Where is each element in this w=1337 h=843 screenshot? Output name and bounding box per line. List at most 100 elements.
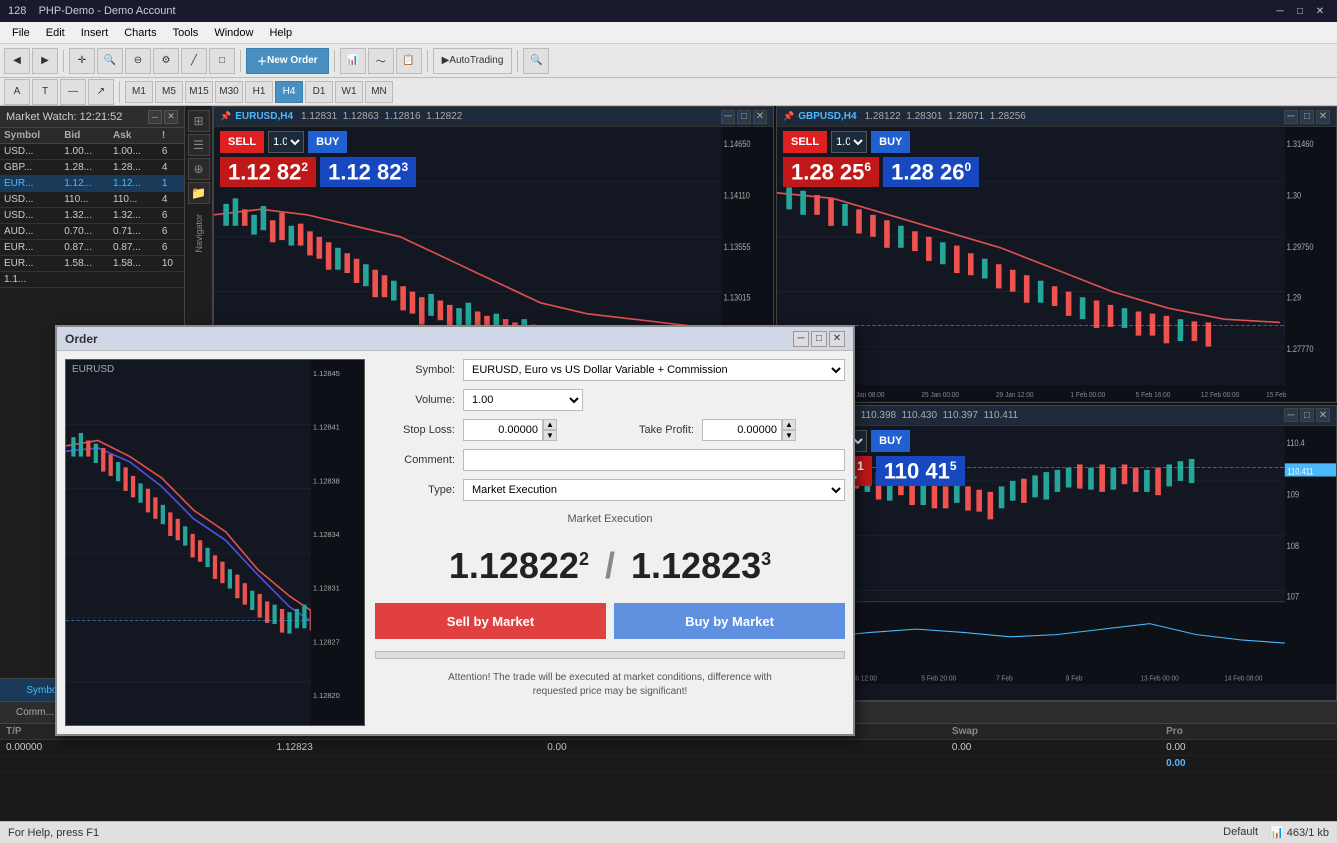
new-order-button[interactable]: ＋ New Order xyxy=(246,48,329,74)
chart-usdjpy-restore[interactable]: □ xyxy=(1300,408,1314,422)
tf-m15[interactable]: M15 xyxy=(185,81,213,103)
autotrading-button[interactable]: ▶ AutoTrading xyxy=(433,48,513,74)
tp-down[interactable]: ▼ xyxy=(782,430,796,441)
zoom-in-button[interactable]: 🔍 xyxy=(97,48,123,74)
mw-symbol: EUR... xyxy=(0,240,60,256)
volume-select[interactable]: 1.00 0.10 0.50 2.00 xyxy=(463,389,583,411)
dialog-minimize[interactable]: ─ xyxy=(793,331,809,347)
nav-icon-1[interactable]: ⊞ xyxy=(188,110,210,132)
forward-button[interactable]: ▶ xyxy=(32,48,58,74)
chart-gbpusd-close[interactable]: ✕ xyxy=(1316,110,1330,124)
mw-minimize[interactable]: ─ xyxy=(148,110,162,124)
comment-input[interactable] xyxy=(463,449,845,471)
chart-usdjpy-minimize[interactable]: ─ xyxy=(1284,408,1298,422)
market-watch-row[interactable]: USD... 1.32... 1.32... 6 xyxy=(0,208,184,224)
symbol-select[interactable]: EURUSD, Euro vs US Dollar Variable + Com… xyxy=(463,359,845,381)
nav-icon-2[interactable]: ☰ xyxy=(188,134,210,156)
mw-bid: 1.28... xyxy=(60,160,109,176)
nav-icon-4[interactable]: 📁 xyxy=(188,182,210,204)
tf-mn[interactable]: MN xyxy=(365,81,393,103)
market-watch-row[interactable]: AUD... 0.70... 0.71... 6 xyxy=(0,224,184,240)
template-button[interactable]: 📋 xyxy=(396,48,422,74)
chart-gbpusd-restore[interactable]: □ xyxy=(1300,110,1314,124)
market-watch-row[interactable]: EUR... 1.12... 1.12... 1 xyxy=(0,176,184,192)
timeframe-toolbar: A T — ↗ M1 M5 M15 M30 H1 H4 D1 W1 MN xyxy=(0,78,1337,106)
market-watch-row[interactable]: USD... 1.00... 1.00... 6 xyxy=(0,144,184,160)
text-size[interactable]: T xyxy=(32,79,58,105)
close-button[interactable]: ✕ xyxy=(1311,3,1329,19)
market-watch-row[interactable]: EUR... 1.58... 1.58... 10 xyxy=(0,256,184,272)
menu-tools[interactable]: Tools xyxy=(165,25,207,41)
properties-button[interactable]: ⚙ xyxy=(153,48,179,74)
tp-up[interactable]: ▲ xyxy=(782,419,796,430)
chart-gbpusd-minimize[interactable]: ─ xyxy=(1284,110,1298,124)
gbpusd-buy-btn[interactable]: BUY xyxy=(871,131,910,153)
tf-d1[interactable]: D1 xyxy=(305,81,333,103)
crosshair-button[interactable]: ✛ xyxy=(69,48,95,74)
chart-eurusd-title: EURUSD,H4 xyxy=(235,111,293,122)
tf-m1[interactable]: M1 xyxy=(125,81,153,103)
market-watch-row[interactable]: USD... 110... 110... 4 xyxy=(0,192,184,208)
tf-h4[interactable]: H4 xyxy=(275,81,303,103)
type-select[interactable]: Market Execution xyxy=(463,479,845,501)
nav-icon-3[interactable]: ⊕ xyxy=(188,158,210,180)
chart-minimize-btn[interactable]: ─ xyxy=(721,110,735,124)
dialog-restore[interactable]: □ xyxy=(811,331,827,347)
tf-m5[interactable]: M5 xyxy=(155,81,183,103)
sl-up[interactable]: ▲ xyxy=(543,419,557,430)
menu-charts[interactable]: Charts xyxy=(116,25,164,41)
zoom-out-button[interactable]: ⊖ xyxy=(125,48,151,74)
menu-edit[interactable]: Edit xyxy=(38,25,73,41)
tf-m30[interactable]: M30 xyxy=(215,81,243,103)
gbpusd-volume-select[interactable]: 1.00 xyxy=(831,131,867,153)
menu-file[interactable]: File xyxy=(4,25,38,41)
search-button[interactable]: 🔍 xyxy=(523,48,549,74)
chart-restore-btn[interactable]: □ xyxy=(737,110,751,124)
market-watch-row[interactable]: EUR... 0.87... 0.87... 6 xyxy=(0,240,184,256)
order-dialog[interactable]: Order ─ □ ✕ EURUSD xyxy=(55,325,855,736)
market-watch-row[interactable]: 1.1... xyxy=(0,272,184,288)
back-button[interactable]: ◀ xyxy=(4,48,30,74)
usdjpy-buy-btn[interactable]: BUY xyxy=(871,430,910,452)
market-watch-row[interactable]: GBP... 1.28... 1.28... 4 xyxy=(0,160,184,176)
sell-market-button[interactable]: Sell by Market xyxy=(375,603,606,639)
menu-window[interactable]: Window xyxy=(206,25,261,41)
objects-button[interactable]: □ xyxy=(209,48,235,74)
sl-down[interactable]: ▼ xyxy=(543,430,557,441)
arrow-tool[interactable]: ↗ xyxy=(88,79,114,105)
stop-loss-input[interactable] xyxy=(463,419,543,441)
mw-window-controls: ─ ✕ xyxy=(148,110,178,124)
chart-close-btn[interactable]: ✕ xyxy=(753,110,767,124)
col-bid: Bid xyxy=(60,128,109,144)
eurusd-volume-select[interactable]: 1.00 xyxy=(268,131,304,153)
eurusd-buy-btn[interactable]: BUY xyxy=(308,131,347,153)
minimize-button[interactable]: ─ xyxy=(1271,3,1289,19)
maximize-button[interactable]: □ xyxy=(1291,3,1309,19)
dialog-close[interactable]: ✕ xyxy=(829,331,845,347)
take-profit-input[interactable] xyxy=(702,419,782,441)
trendline-button[interactable]: ╱ xyxy=(181,48,207,74)
svg-text:108: 108 xyxy=(1287,541,1300,551)
table-row: 0.00000 1.12823 0.00 0.00 0.00 xyxy=(0,740,1337,756)
menu-help[interactable]: Help xyxy=(261,25,300,41)
chart-type-button[interactable]: 📊 xyxy=(340,48,366,74)
mw-spread: 1 xyxy=(158,176,184,192)
eurusd-sell-btn[interactable]: SELL xyxy=(220,131,264,153)
comment-row: Comment: xyxy=(375,449,845,471)
menu-insert[interactable]: Insert xyxy=(73,25,117,41)
tf-w1[interactable]: W1 xyxy=(335,81,363,103)
line-tool[interactable]: — xyxy=(60,79,86,105)
chart-eurusd-header: 📌 EURUSD,H4 1.12831 1.12863 1.12816 1.12… xyxy=(214,107,773,127)
price-display-large: 1.128222 / 1.128233 xyxy=(375,537,845,595)
tf-h1[interactable]: H1 xyxy=(245,81,273,103)
chart-eurusd-prices: 1.12831 1.12863 1.12816 1.12822 xyxy=(301,111,462,122)
chart-usdjpy-close[interactable]: ✕ xyxy=(1316,408,1330,422)
col-price: Price xyxy=(271,724,542,740)
mw-close[interactable]: ✕ xyxy=(164,110,178,124)
svg-text:1.31460: 1.31460 xyxy=(1287,139,1314,149)
gbpusd-sell-btn[interactable]: SELL xyxy=(783,131,827,153)
buy-market-button[interactable]: Buy by Market xyxy=(614,603,845,639)
status-bar: For Help, press F1 Default 📊 463/1 kb xyxy=(0,821,1337,843)
indicator-button[interactable]: 〜 xyxy=(368,48,394,74)
text-tool[interactable]: A xyxy=(4,79,30,105)
